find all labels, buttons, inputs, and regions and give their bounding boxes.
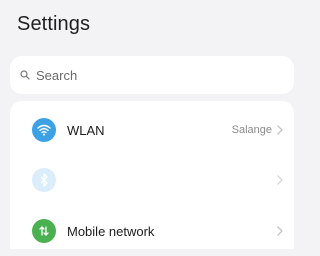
chevron-right-icon bbox=[276, 124, 284, 136]
settings-card: WLAN Salange Mobile network bbox=[10, 101, 294, 249]
chevron-right-icon bbox=[276, 225, 284, 237]
settings-item-value: Salange bbox=[231, 124, 272, 136]
settings-item-bluetooth[interactable] bbox=[10, 155, 294, 205]
search-icon bbox=[20, 70, 30, 80]
page-title: Settings bbox=[17, 13, 91, 35]
settings-item-label: Mobile network bbox=[67, 223, 155, 239]
settings-item-label: WLAN bbox=[67, 122, 105, 138]
search-input[interactable] bbox=[36, 67, 276, 83]
mobile-network-icon bbox=[32, 219, 56, 243]
settings-item-wlan[interactable]: WLAN Salange bbox=[10, 105, 294, 155]
search-bar[interactable] bbox=[10, 56, 294, 94]
wifi-icon bbox=[32, 118, 56, 142]
bluetooth-icon bbox=[32, 168, 56, 192]
chevron-right-icon bbox=[276, 174, 284, 186]
